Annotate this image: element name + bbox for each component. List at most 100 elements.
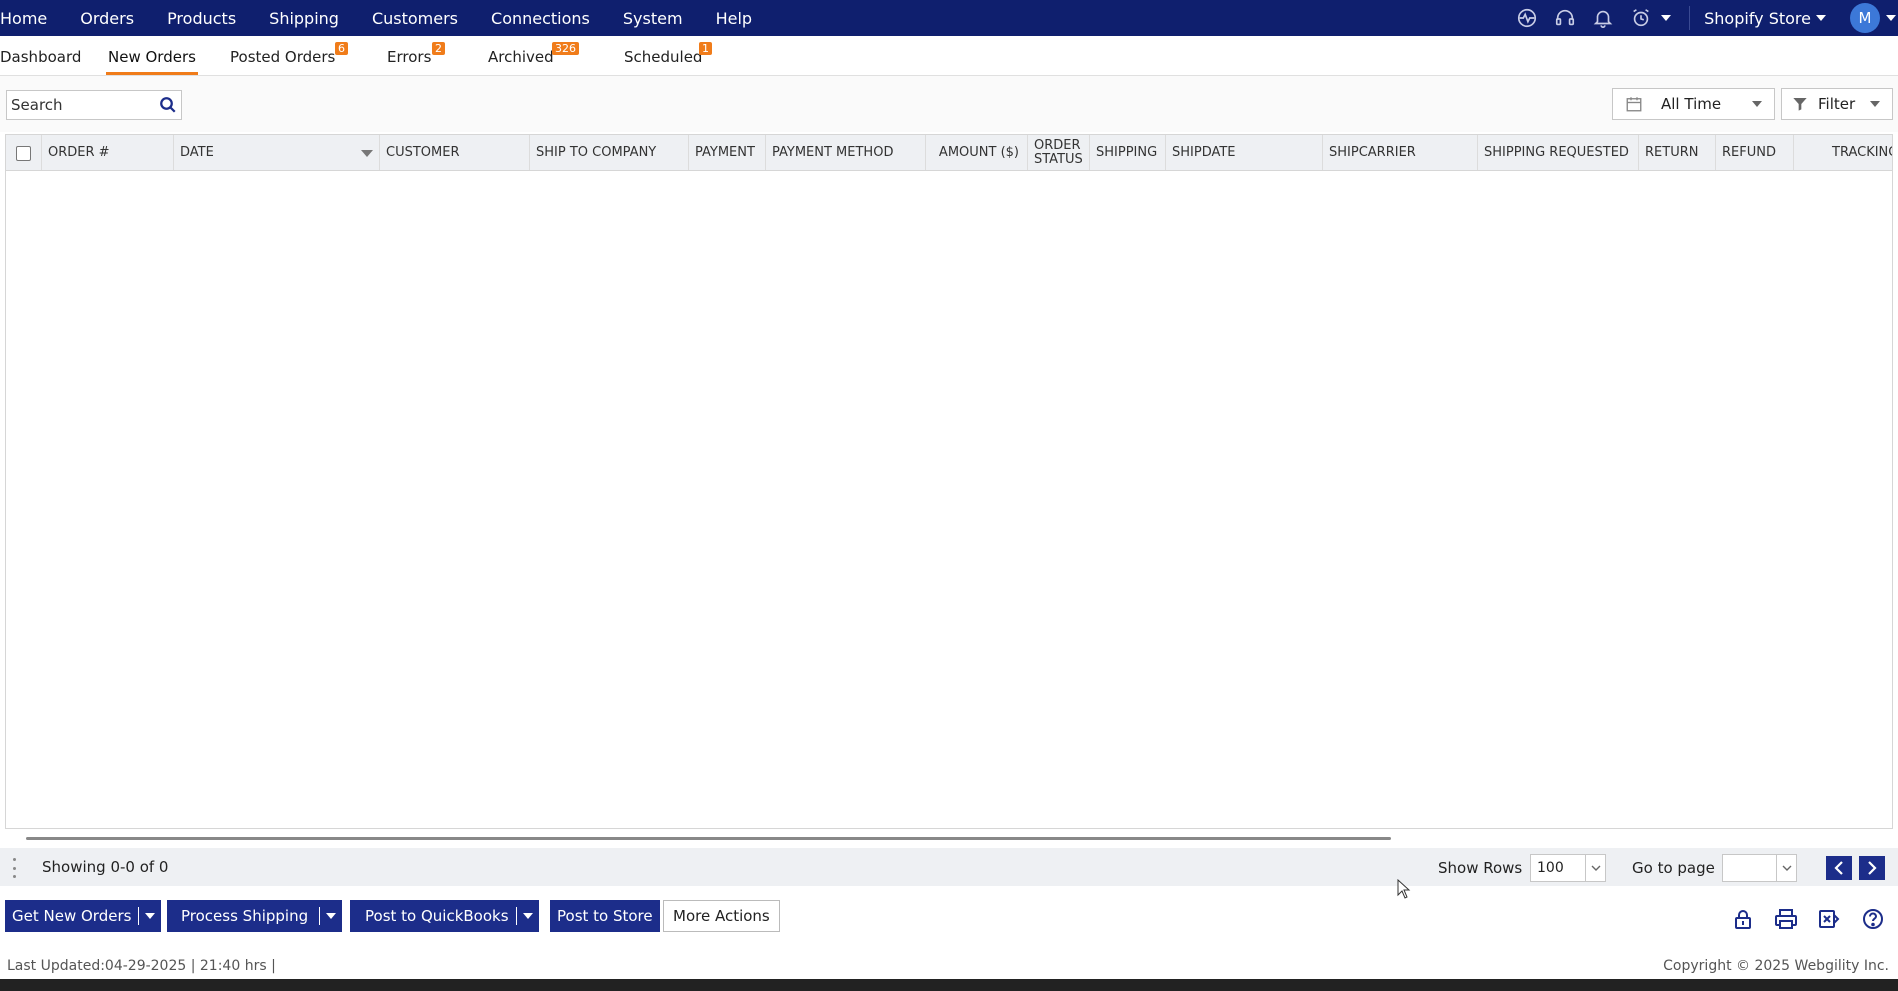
search-box[interactable]: Search [6, 90, 182, 120]
tab-label: Posted Orders [230, 48, 336, 66]
tab-archived[interactable]: Archived 326 [488, 42, 579, 66]
store-name: Shopify Store [1704, 8, 1811, 28]
col-tracking[interactable]: TRACKING [1794, 135, 1892, 170]
col-order-status[interactable]: ORDER STATUS [1028, 135, 1090, 170]
tab-errors[interactable]: Errors 2 [387, 42, 445, 66]
store-selector[interactable]: Shopify Store [1704, 9, 1826, 28]
select-all-checkbox[interactable] [16, 145, 31, 161]
chevron-down-icon [1585, 855, 1605, 881]
sort-descending-icon[interactable] [361, 150, 373, 157]
tab-label: New Orders [108, 48, 196, 66]
go-to-page-select[interactable] [1722, 854, 1797, 882]
process-shipping-label: Process Shipping [181, 907, 309, 925]
bell-notification-icon[interactable] [1592, 7, 1614, 29]
errors-badge: 2 [432, 42, 445, 55]
col-return[interactable]: RETURN [1639, 135, 1716, 170]
tab-posted-orders[interactable]: Posted Orders 6 [230, 42, 348, 66]
horizontal-scrollbar[interactable] [26, 837, 1391, 840]
activity-icon[interactable] [1516, 7, 1538, 29]
get-new-orders-button[interactable]: Get New Orders [5, 900, 162, 932]
tab-label: Errors [387, 48, 432, 66]
tab-new-orders[interactable]: New Orders [108, 48, 196, 66]
search-input[interactable]: Search [7, 96, 155, 114]
chevron-down-icon [1752, 101, 1762, 107]
col-payment-method[interactable]: PAYMENT METHOD [766, 135, 926, 170]
col-customer[interactable]: CUSTOMER [380, 135, 530, 170]
grid-header: ORDER # DATE CUSTOMER SHIP TO COMPANY PA… [6, 135, 1892, 171]
menu-home[interactable]: Home [0, 9, 47, 28]
chevron-down-icon [1870, 101, 1880, 107]
col-date-label: DATE [180, 145, 214, 160]
menu-help[interactable]: Help [716, 9, 752, 28]
menu-connections[interactable]: Connections [491, 9, 590, 28]
col-order-number[interactable]: ORDER # [42, 135, 174, 170]
posted-orders-badge: 6 [335, 42, 348, 55]
date-range-dropdown[interactable]: All Time [1612, 88, 1775, 120]
col-shipcarrier[interactable]: SHIPCARRIER [1323, 135, 1478, 170]
grid-body [6, 171, 1892, 827]
menu-shipping[interactable]: Shipping [269, 9, 339, 28]
col-ship-to-company[interactable]: SHIP TO COMPANY [530, 135, 689, 170]
previous-page-button[interactable] [1826, 856, 1852, 880]
orders-grid: ORDER # DATE CUSTOMER SHIP TO COMPANY PA… [5, 134, 1893, 840]
next-page-button[interactable] [1859, 856, 1885, 880]
process-shipping-button[interactable]: Process Shipping [167, 900, 343, 932]
tab-scheduled[interactable]: Scheduled 1 [624, 42, 712, 66]
grid-toolbar: Search All Time Filter [0, 76, 1898, 132]
tab-label: Archived [488, 48, 554, 66]
top-navigation-bar: Home Orders Products Shipping Customers … [0, 0, 1898, 36]
help-icon[interactable] [1860, 906, 1886, 932]
archived-badge: 326 [552, 42, 579, 55]
post-to-quickbooks-button[interactable]: Post to QuickBooks [350, 900, 539, 932]
rows-per-page-select[interactable]: 100 [1530, 854, 1606, 882]
post-to-quickbooks-dropdown-icon[interactable] [517, 913, 539, 919]
more-actions-button[interactable]: More Actions [663, 900, 780, 932]
tab-dashboard[interactable]: Dashboard [0, 48, 81, 66]
filter-label: Filter [1818, 95, 1856, 113]
get-new-orders-label: Get New Orders [12, 907, 132, 925]
export-excel-icon[interactable] [1816, 906, 1842, 932]
rows-per-page-value: 100 [1537, 860, 1564, 876]
filter-dropdown[interactable]: Filter [1781, 88, 1893, 120]
col-shipping[interactable]: SHIPPING [1090, 135, 1166, 170]
col-date[interactable]: DATE [174, 135, 380, 170]
drag-handle-icon[interactable] [10, 858, 18, 878]
col-refund[interactable]: REFUND [1716, 135, 1794, 170]
os-taskbar-strip [0, 979, 1898, 991]
menu-system[interactable]: System [623, 9, 683, 28]
process-shipping-dropdown-icon[interactable] [320, 913, 342, 919]
order-tabs: Dashboard New Orders Posted Orders 6 Erro… [0, 36, 1898, 76]
menu-customers[interactable]: Customers [372, 9, 458, 28]
col-shipdate[interactable]: SHIPDATE [1166, 135, 1323, 170]
action-bar: Get New Orders Process Shipping Post to … [0, 898, 1898, 934]
alarm-chevron-down-icon[interactable] [1661, 15, 1672, 21]
menu-orders[interactable]: Orders [80, 9, 134, 28]
calendar-icon [1625, 95, 1643, 113]
get-new-orders-dropdown-icon[interactable] [139, 913, 161, 919]
nav-divider [1689, 6, 1691, 30]
top-right-controls: Shopify Store M [1516, 0, 1898, 36]
store-chevron-down-icon [1816, 15, 1826, 21]
active-tab-indicator [106, 72, 198, 75]
menu-products[interactable]: Products [167, 9, 236, 28]
copyright-text: Copyright © 2025 Webgility Inc. [1663, 958, 1889, 974]
mouse-cursor-icon [1397, 878, 1411, 903]
post-to-store-button[interactable]: Post to Store [550, 900, 660, 932]
main-menu: Home Orders Products Shipping Customers … [0, 0, 785, 36]
print-icon[interactable] [1773, 906, 1799, 932]
headset-support-icon[interactable] [1554, 7, 1576, 29]
col-payment[interactable]: PAYMENT [689, 135, 766, 170]
col-amount[interactable]: AMOUNT ($) [926, 135, 1028, 170]
alarm-clock-icon[interactable] [1630, 7, 1652, 29]
scheduled-badge: 1 [699, 42, 712, 55]
avatar[interactable]: M [1850, 3, 1880, 33]
go-to-page-label: Go to page [1632, 859, 1715, 877]
select-all-column [6, 135, 42, 170]
search-icon[interactable] [155, 92, 181, 118]
last-updated-text: Last Updated:04-29-2025 | 21:40 hrs | [7, 958, 276, 974]
lock-icon[interactable] [1730, 906, 1756, 932]
avatar-chevron-down-icon[interactable] [1886, 15, 1896, 21]
record-count: Showing 0-0 of 0 [42, 858, 169, 876]
tab-label: Dashboard [0, 48, 82, 66]
col-shipping-requested[interactable]: SHIPPING REQUESTED [1478, 135, 1639, 170]
